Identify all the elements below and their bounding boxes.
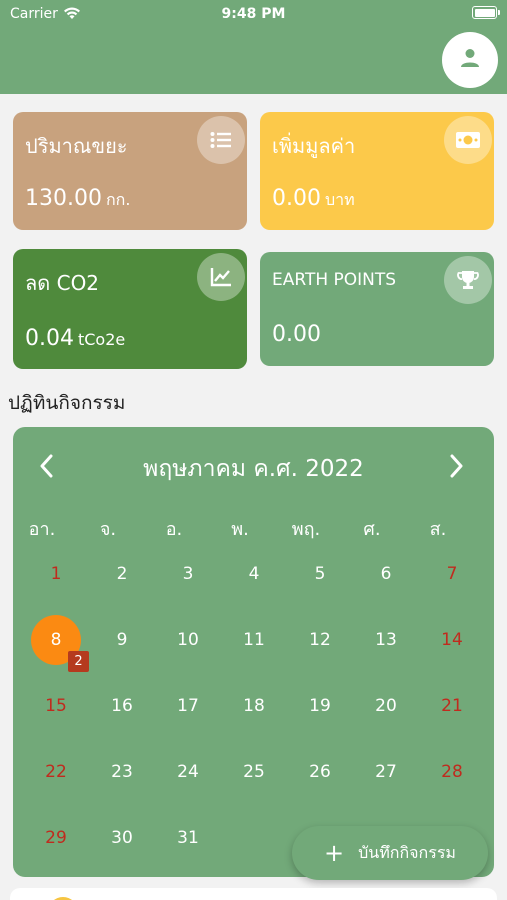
app-header: Carrier 9:48 PM (0, 0, 507, 94)
calendar-day[interactable]: 12 (295, 620, 345, 660)
added-value: 0.00 (272, 186, 321, 211)
co2-value: 0.04 (25, 326, 74, 351)
chevron-right-icon (450, 454, 464, 482)
calendar-day[interactable]: 27 (361, 752, 411, 792)
record-activity-button[interactable]: + บันทึกกิจกรรม (292, 826, 488, 880)
calendar-day[interactable]: 6 (361, 554, 411, 594)
calendar-day[interactable]: 25 (229, 752, 279, 792)
calendar-day[interactable]: 1 (31, 554, 81, 594)
earth-points-value: 0.00 (272, 322, 321, 347)
calendar-day[interactable]: 3 (163, 554, 213, 594)
co2-card[interactable]: ลด CO2 0.04 tCo2e (13, 249, 247, 369)
calendar-day[interactable]: 13 (361, 620, 411, 660)
record-activity-label: บันทึกกิจกรรม (358, 842, 456, 862)
calendar-day[interactable]: 17 (163, 686, 213, 726)
activity-list-card[interactable] (10, 888, 497, 900)
weekday-thu: พฤ. (291, 519, 321, 540)
waste-value: 130.00 (25, 186, 102, 211)
list-icon (197, 116, 245, 164)
calendar-day[interactable]: 28 (427, 752, 477, 792)
weekday-sat: ส. (429, 519, 447, 540)
added-value-row: 0.00 บาท (272, 186, 355, 213)
clock: 9:48 PM (221, 6, 286, 22)
money-icon (444, 116, 492, 164)
calendar-day[interactable]: 26 (295, 752, 345, 792)
calendar-day[interactable]: 4 (229, 554, 279, 594)
calendar-day[interactable]: 11 (229, 620, 279, 660)
waste-card[interactable]: ปริมาณขยะ 130.00 กก. (13, 112, 247, 230)
calendar-day[interactable]: 21 (427, 686, 477, 726)
activity-count-badge: 2 (68, 651, 89, 672)
added-value-card[interactable]: เพิ่มมูลค่า 0.00 บาท (260, 112, 494, 230)
added-value-unit: บาท (324, 190, 355, 209)
calendar-day[interactable]: 18 (229, 686, 279, 726)
calendar-day[interactable]: 19 (295, 686, 345, 726)
calendar-day[interactable]: 31 (163, 818, 213, 858)
section-title: ปฏิทินกิจกรรม (8, 392, 126, 414)
calendar-day[interactable]: 23 (97, 752, 147, 792)
earth-points-card[interactable]: EARTH POINTS 0.00 (260, 252, 494, 366)
waste-unit: กก. (105, 190, 131, 209)
calendar-day[interactable]: 30 (97, 818, 147, 858)
calendar-day[interactable]: 10 (163, 620, 213, 660)
status-bar: Carrier 9:48 PM (0, 0, 507, 28)
battery-icon (472, 6, 500, 19)
next-month-button[interactable] (442, 453, 472, 483)
plus-icon: + (324, 839, 345, 867)
calendar-day[interactable]: 16 (97, 686, 147, 726)
person-icon (459, 47, 481, 73)
co2-unit: tCo2e (77, 330, 126, 349)
calendar-day[interactable]: 5 (295, 554, 345, 594)
calendar-day[interactable]: 20 (361, 686, 411, 726)
trend-chart-icon (197, 253, 245, 301)
calendar-day[interactable]: 15 (31, 686, 81, 726)
weekday-tue: อ. (165, 519, 183, 540)
calendar-day[interactable]: 29 (31, 818, 81, 858)
trophy-icon (444, 256, 492, 304)
calendar-day[interactable]: 14 (427, 620, 477, 660)
calendar-month-label: พฤษภาคม ค.ศ. 2022 (143, 456, 364, 482)
calendar-day[interactable]: 9 (97, 620, 147, 660)
weekday-fri: ศ. (363, 519, 381, 540)
calendar-day[interactable]: 2 (97, 554, 147, 594)
co2-value-row: 0.04 tCo2e (25, 326, 125, 351)
waste-card-title: ปริมาณขยะ (25, 134, 128, 158)
weekday-wed: พ. (231, 519, 249, 540)
calendar-day[interactable]: 7 (427, 554, 477, 594)
waste-card-value-row: 130.00 กก. (25, 186, 130, 213)
profile-button[interactable] (442, 32, 498, 88)
co2-card-title: ลด CO2 (25, 271, 100, 295)
weekday-sun: อา. (28, 519, 56, 540)
weekday-mon: จ. (99, 519, 117, 540)
calendar-day[interactable]: 22 (31, 752, 81, 792)
calendar-day[interactable]: 24 (163, 752, 213, 792)
earth-points-title: EARTH POINTS (272, 270, 397, 290)
activity-calendar: พฤษภาคม ค.ศ. 2022 อา. จ. อ. พ. พฤ. ศ. ส.… (13, 427, 494, 877)
added-value-card-title: เพิ่มมูลค่า (272, 134, 356, 158)
